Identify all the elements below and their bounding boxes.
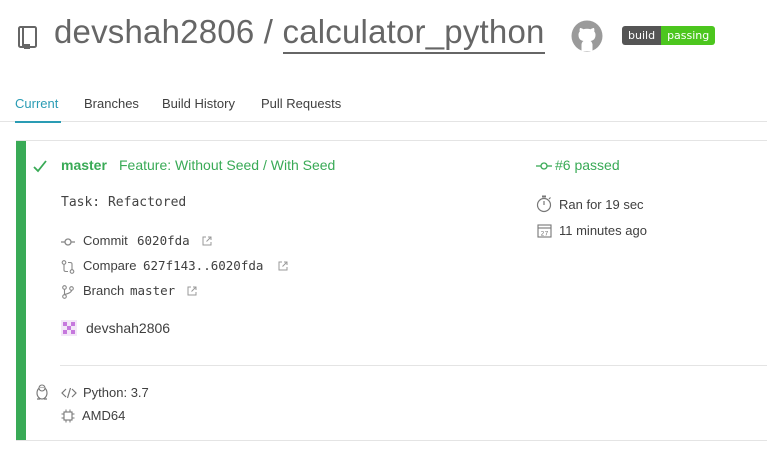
build-status-badge[interactable]: build passing — [622, 26, 716, 45]
external-link-icon — [202, 236, 212, 246]
build-duration: Ran for 19 sec — [559, 197, 644, 212]
author-avatar[interactable] — [61, 320, 77, 336]
repo-header: devshah2806 / calculator_python build pa… — [0, 0, 767, 70]
repo-separator: / — [263, 13, 274, 50]
commit-icon — [61, 238, 75, 246]
code-icon — [61, 387, 77, 399]
external-link-icon — [278, 261, 288, 271]
repo-owner[interactable]: devshah2806 — [54, 13, 254, 50]
branch-value[interactable]: master — [130, 283, 175, 298]
author-name[interactable]: devshah2806 — [86, 320, 170, 336]
build-status-bar — [16, 141, 26, 440]
branch-icon — [62, 285, 74, 299]
build-commit-icon — [536, 162, 552, 170]
badge-status: passing — [661, 26, 716, 45]
check-icon — [33, 160, 47, 173]
tab-bar: Current Branches Build History Pull Requ… — [0, 92, 767, 122]
build-branch-name[interactable]: master — [61, 157, 107, 173]
build-task-message: Task: Refactored — [61, 195, 187, 210]
build-commit-message[interactable]: Feature: Without Seed / With Seed — [119, 157, 335, 173]
repo-name[interactable]: calculator_python — [282, 13, 545, 54]
repo-title: devshah2806 / calculator_python — [54, 13, 545, 54]
linux-icon — [36, 384, 48, 400]
compare-range[interactable]: 627f143..6020fda — [143, 258, 263, 273]
compare-icon — [61, 260, 75, 274]
stopwatch-icon — [536, 195, 552, 213]
repo-icon — [18, 26, 37, 49]
build-language: Python: 3.7 — [83, 385, 149, 400]
build-arch: AMD64 — [82, 408, 126, 423]
compare-label: Compare — [83, 258, 137, 273]
build-finished-time: 11 minutes ago — [559, 223, 647, 238]
calendar-day: 27 — [541, 231, 549, 238]
github-icon[interactable] — [571, 20, 603, 52]
badge-label: build — [622, 26, 662, 45]
build-number-status[interactable]: #6 passed — [555, 157, 620, 173]
branch-label: Branch — [83, 283, 125, 298]
card-divider — [60, 365, 767, 366]
commit-label: Commit — [83, 233, 128, 248]
tab-pull-requests[interactable]: Pull Requests — [261, 96, 341, 111]
tab-build-history[interactable]: Build History — [162, 96, 235, 111]
commit-sha[interactable]: 6020fda — [137, 233, 190, 248]
external-link-icon — [187, 286, 197, 296]
cpu-icon — [61, 409, 75, 423]
calendar-icon: 27 — [537, 224, 552, 238]
active-tab-indicator — [15, 121, 61, 123]
tab-current[interactable]: Current — [15, 96, 58, 111]
tab-branches[interactable]: Branches — [84, 96, 139, 111]
